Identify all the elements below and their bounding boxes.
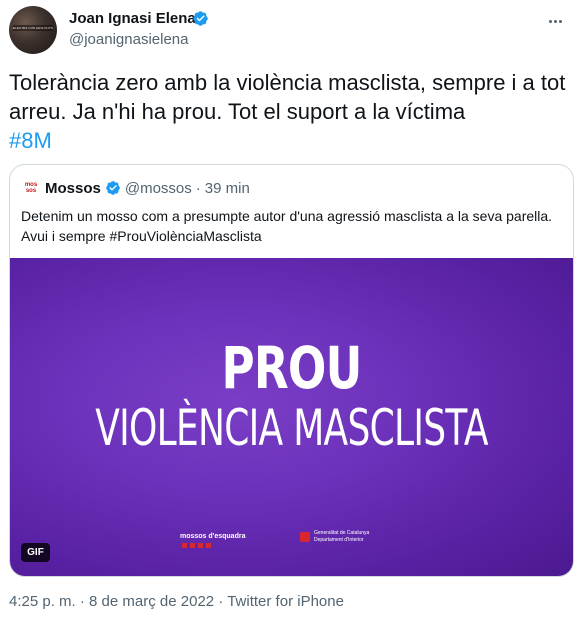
tweet-footer: 4:25 p. m. · 8 de març de 2022 · Twitter… [9, 593, 344, 610]
footer-separator: · [218, 593, 224, 610]
quoted-avatar-line2: sos [25, 188, 37, 194]
verified-icon [106, 181, 120, 195]
media-subtitle: VIOLÈNCIA MASCLISTA [95, 399, 488, 457]
hashtag-link[interactable]: #8M [9, 128, 52, 153]
tweet-date[interactable]: 8 de març de 2022 [89, 593, 214, 610]
quoted-author-handle: @mossos [124, 179, 192, 197]
gencat-mark-icon [300, 532, 310, 542]
quoted-author-name: Mossos [45, 179, 101, 197]
media-title: PROU [221, 334, 362, 402]
meta-separator: · [195, 179, 201, 197]
footer-separator: · [79, 593, 85, 610]
tweet-body: Tolerància zero amb la violència masclis… [9, 70, 566, 124]
mossos-logo-text: mossos d'esquadra [180, 533, 246, 540]
tweet-source[interactable]: Twitter for iPhone [227, 593, 344, 610]
quoted-tweet[interactable]: mos sos Mossos @mossos · 39 min Detenim … [9, 164, 574, 577]
tweet-header: ELECTES CON ERIA PHYSICAL Joan Ignasi El… [9, 6, 574, 54]
quoted-author-avatar: mos sos [21, 178, 41, 198]
tweet-time[interactable]: 4:25 p. m. [9, 593, 76, 610]
quoted-time: 39 min [204, 179, 250, 197]
avatar-text: ELECTES CON ERIA PHYSICAL [13, 25, 53, 31]
quoted-tweet-header: mos sos Mossos @mossos · 39 min [21, 178, 250, 198]
author-name[interactable]: Joan Ignasi Elena [69, 10, 196, 27]
gif-badge: GIF [21, 543, 50, 562]
gencat-line2: Departament d'Interior [314, 537, 364, 543]
quoted-tweet-text: Detenim un mosso com a presumpte autor d… [21, 208, 553, 244]
gencat-logo: Generalitat de Catalunya Departament d'I… [300, 530, 369, 544]
more-icon[interactable] [544, 10, 566, 32]
tweet-text: Tolerància zero amb la violència masclis… [9, 68, 574, 155]
mossos-logo: mossos d'esquadra [180, 533, 245, 548]
author-avatar[interactable]: ELECTES CON ERIA PHYSICAL [9, 6, 57, 54]
verified-icon [193, 11, 208, 26]
author-handle[interactable]: @joanignasielena [69, 31, 188, 48]
quoted-media-gif[interactable]: PROU VIOLÈNCIA MASCLISTA mossos d'esquad… [10, 258, 573, 576]
gencat-line1: Generalitat de Catalunya [314, 530, 370, 536]
